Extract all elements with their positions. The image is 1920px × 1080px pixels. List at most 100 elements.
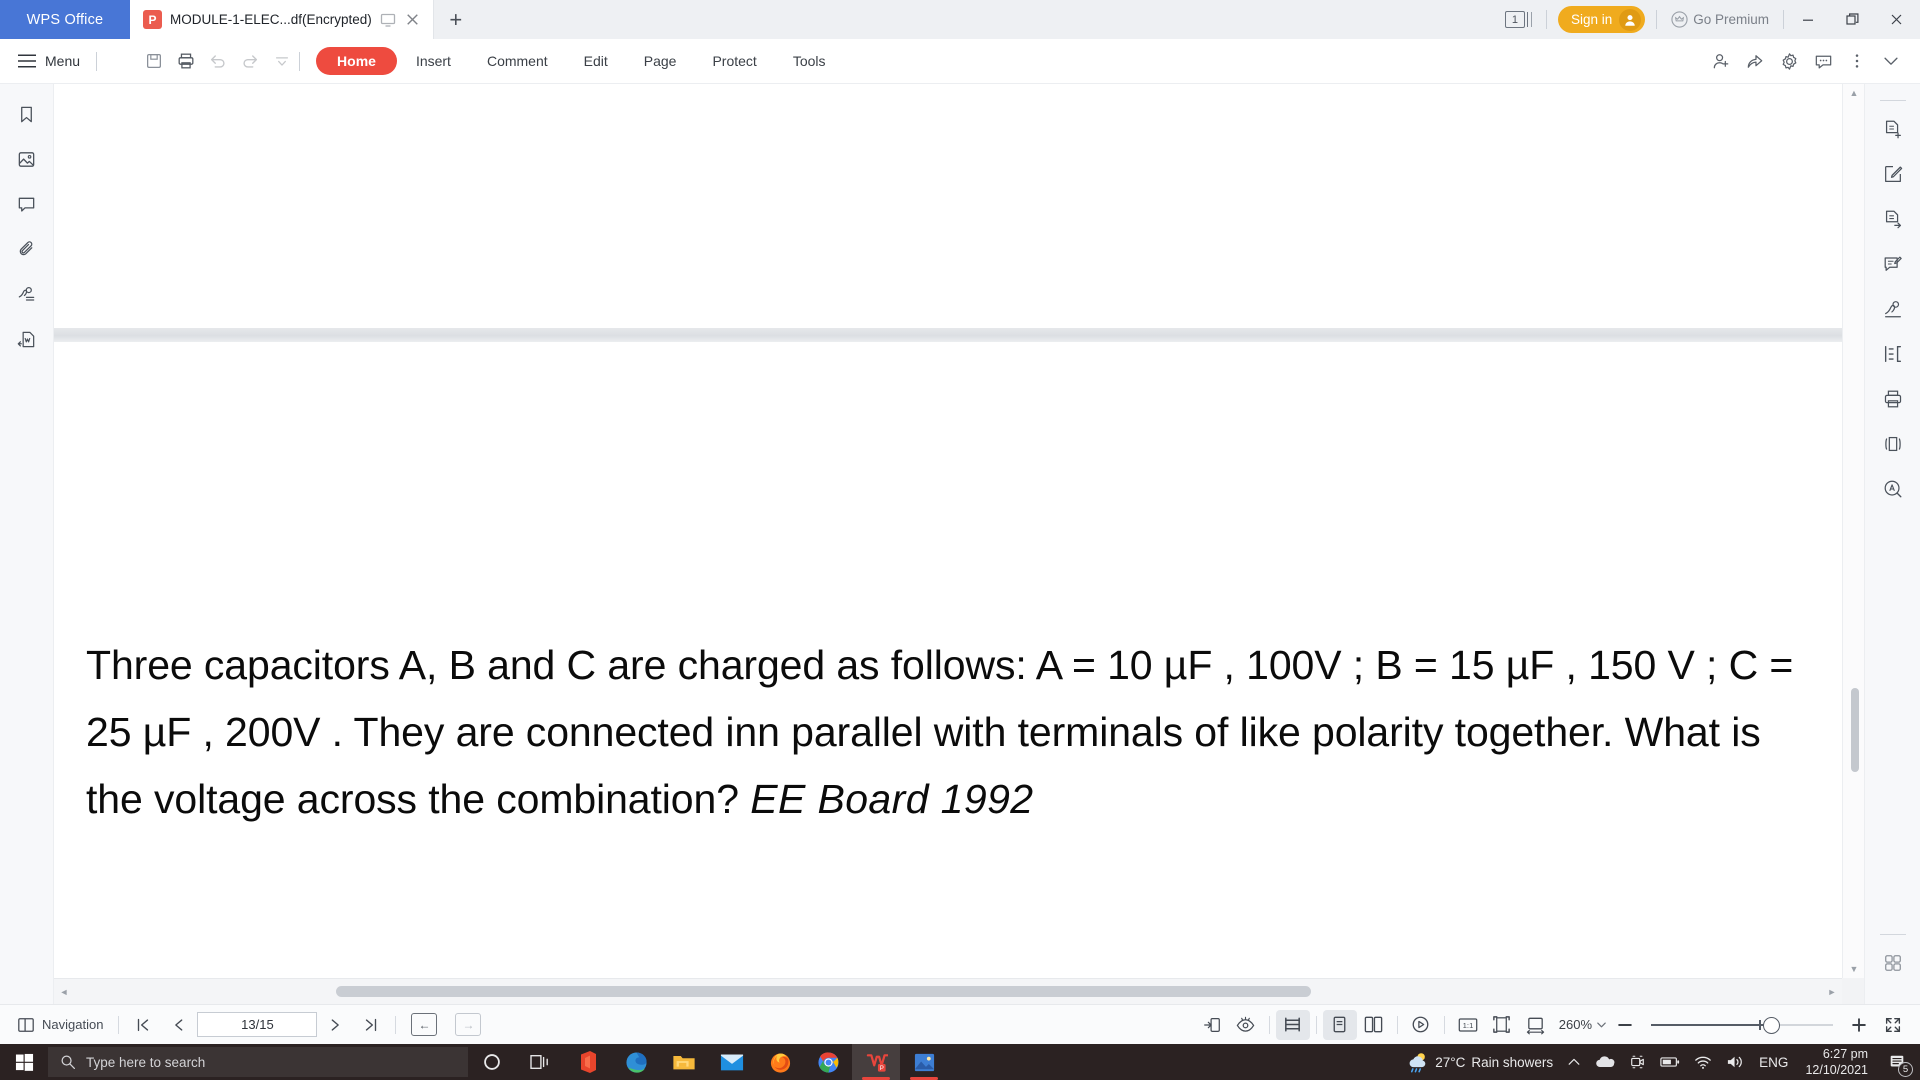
wps-office-icon[interactable]: P: [852, 1044, 900, 1080]
sign-in-button[interactable]: Sign in: [1557, 6, 1646, 33]
horizontal-scroll-thumb[interactable]: [336, 985, 1311, 997]
camera-tray-icon[interactable]: [1622, 1044, 1653, 1080]
redo-icon[interactable]: [235, 46, 265, 76]
weather-widget[interactable]: 27°C Rain showers: [1398, 1044, 1560, 1080]
customize-dropdown-icon[interactable]: [267, 46, 297, 76]
task-view-icon[interactable]: [516, 1044, 564, 1080]
clock[interactable]: 6:27 pm 12/10/2021: [1795, 1046, 1878, 1079]
sign-pdf-icon[interactable]: [1875, 293, 1911, 325]
horizontal-scroll-track[interactable]: [74, 979, 1822, 1005]
fit-page-button[interactable]: [1195, 1010, 1229, 1040]
document-viewport[interactable]: Three capacitors A, B and C are charged …: [54, 84, 1864, 1004]
scroll-up-arrow[interactable]: ▲: [1843, 84, 1864, 102]
attachment-icon[interactable]: [9, 233, 45, 265]
fit-page-box-button[interactable]: [1485, 1010, 1519, 1040]
navigation-toggle[interactable]: Navigation: [8, 1010, 112, 1040]
merge-split-icon[interactable]: [1875, 338, 1911, 370]
monitor-icon[interactable]: [380, 12, 396, 28]
new-tab-button[interactable]: +: [434, 0, 478, 39]
pdf-to-word-icon[interactable]: [1875, 113, 1911, 145]
main-menu-button[interactable]: Menu: [0, 53, 94, 69]
tab-edit[interactable]: Edit: [567, 47, 625, 75]
play-slideshow-button[interactable]: [1404, 1010, 1438, 1040]
language-indicator[interactable]: ENG: [1752, 1044, 1795, 1080]
pdf-export-icon[interactable]: [1875, 203, 1911, 235]
read-mode-button[interactable]: [1229, 1010, 1263, 1040]
window-count[interactable]: 1: [1499, 11, 1544, 28]
notification-center-button[interactable]: 5: [1878, 1044, 1916, 1080]
minimize-button[interactable]: [1786, 0, 1830, 39]
go-forward-button[interactable]: →: [446, 1010, 490, 1040]
cortana-icon[interactable]: [468, 1044, 516, 1080]
zoom-in-button[interactable]: [1842, 1010, 1876, 1040]
open-folder-icon[interactable]: [107, 46, 137, 76]
two-page-button[interactable]: [1357, 1010, 1391, 1040]
firefox-icon[interactable]: [756, 1044, 804, 1080]
thumbnail-icon[interactable]: [9, 143, 45, 175]
volume-icon[interactable]: [1719, 1044, 1752, 1080]
go-premium-button[interactable]: Go Premium: [1659, 11, 1781, 28]
comment-icon[interactable]: [1808, 46, 1838, 76]
edge-icon[interactable]: [612, 1044, 660, 1080]
zoom-dropdown-icon[interactable]: [1595, 1018, 1608, 1031]
onedrive-icon[interactable]: [1588, 1044, 1622, 1080]
print-icon[interactable]: [1875, 383, 1911, 415]
go-back-button[interactable]: ←: [402, 1010, 446, 1040]
single-page-button[interactable]: [1322, 1009, 1357, 1040]
vertical-scroll-thumb[interactable]: [1851, 688, 1859, 772]
undo-icon[interactable]: [203, 46, 233, 76]
compress-icon[interactable]: [1875, 428, 1911, 460]
chrome-icon[interactable]: [804, 1044, 852, 1080]
close-window-button[interactable]: [1874, 0, 1918, 39]
maximize-button[interactable]: [1830, 0, 1874, 39]
save-icon[interactable]: [139, 46, 169, 76]
bookmark-icon[interactable]: [9, 98, 45, 130]
show-hidden-icons-button[interactable]: [1560, 1044, 1588, 1080]
tab-insert[interactable]: Insert: [399, 47, 468, 75]
photos-icon[interactable]: [900, 1044, 948, 1080]
last-page-button[interactable]: [353, 1010, 389, 1040]
edit-pdf-icon[interactable]: [1875, 158, 1911, 190]
fit-width-button[interactable]: [1519, 1010, 1553, 1040]
page-number-input[interactable]: 13/15: [197, 1012, 318, 1037]
ocr-icon[interactable]: [1875, 473, 1911, 505]
mail-icon[interactable]: [708, 1044, 756, 1080]
collapse-chevron-icon[interactable]: [1876, 46, 1906, 76]
scroll-left-arrow[interactable]: ◄: [54, 987, 74, 997]
vertical-scrollbar[interactable]: ▲ ▼: [1842, 84, 1864, 978]
share-icon[interactable]: [1740, 46, 1770, 76]
next-page-button[interactable]: [317, 1010, 353, 1040]
prev-page-button[interactable]: [161, 1010, 197, 1040]
zoom-slider-handle[interactable]: [1763, 1016, 1780, 1034]
wifi-icon[interactable]: [1687, 1044, 1719, 1080]
tab-home[interactable]: Home: [316, 47, 397, 75]
zoom-level-label[interactable]: 260%: [1553, 1017, 1595, 1032]
tab-tools[interactable]: Tools: [776, 47, 843, 75]
add-person-icon[interactable]: [1706, 46, 1736, 76]
tab-page[interactable]: Page: [627, 47, 694, 75]
battery-icon[interactable]: [1653, 1044, 1687, 1080]
taskbar-search-input[interactable]: Type here to search: [48, 1047, 468, 1077]
page-fit-button[interactable]: [1275, 1009, 1310, 1040]
tab-protect[interactable]: Protect: [695, 47, 773, 75]
more-vertical-icon[interactable]: [1842, 46, 1872, 76]
signature-icon[interactable]: [9, 278, 45, 310]
document-tab[interactable]: P MODULE-1-ELEC...df(Encrypted): [130, 0, 434, 39]
start-button[interactable]: [0, 1044, 48, 1080]
office-icon[interactable]: [564, 1044, 612, 1080]
zoom-out-button[interactable]: [1608, 1010, 1642, 1040]
close-tab-icon[interactable]: [404, 11, 421, 28]
file-explorer-icon[interactable]: [660, 1044, 708, 1080]
scroll-down-arrow[interactable]: ▼: [1843, 960, 1864, 978]
fullscreen-button[interactable]: [1876, 1010, 1910, 1040]
comment-icon[interactable]: [9, 188, 45, 220]
actual-size-button[interactable]: 1:1: [1451, 1010, 1485, 1040]
first-page-button[interactable]: [125, 1010, 161, 1040]
gear-icon[interactable]: [1774, 46, 1804, 76]
zoom-slider[interactable]: [1651, 1015, 1833, 1035]
tab-comment[interactable]: Comment: [470, 47, 565, 75]
scroll-right-arrow[interactable]: ►: [1822, 987, 1842, 997]
horizontal-scrollbar[interactable]: ◄ ►: [54, 978, 1842, 1004]
apps-grid-icon[interactable]: [1875, 947, 1911, 979]
export-doc-icon[interactable]: [9, 323, 45, 355]
